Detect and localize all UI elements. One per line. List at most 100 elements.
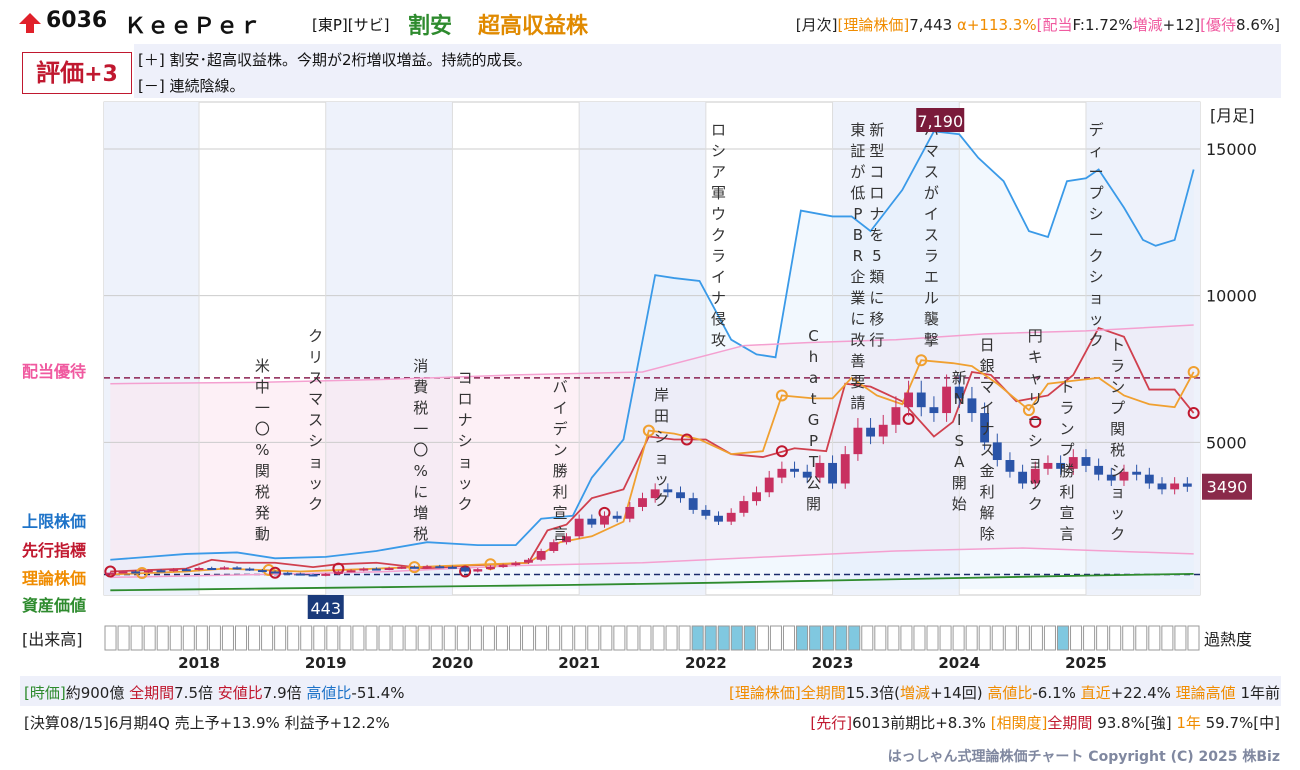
candle-body bbox=[587, 518, 597, 525]
volume-cell bbox=[782, 625, 796, 651]
candle-body bbox=[371, 568, 381, 571]
candle-body bbox=[118, 571, 128, 574]
period-label: [月足] bbox=[1210, 106, 1255, 125]
volume-cell bbox=[626, 625, 639, 651]
candle-body bbox=[169, 569, 179, 572]
candle-body bbox=[1094, 465, 1104, 475]
row2_right-part: [先行] bbox=[810, 714, 853, 732]
volume-cell bbox=[117, 625, 130, 651]
volume-cell bbox=[639, 625, 652, 651]
volume-cell bbox=[1056, 625, 1070, 651]
volume-cell bbox=[1187, 625, 1200, 651]
candle-body bbox=[904, 392, 914, 408]
candle-body bbox=[967, 398, 977, 414]
volume-cell bbox=[104, 625, 117, 651]
candle-body bbox=[878, 424, 888, 437]
volume-cell bbox=[809, 625, 822, 651]
volume-cell bbox=[1135, 625, 1148, 651]
row1_right-part: 高値比 bbox=[987, 684, 1033, 702]
stock-name: ＫｅｅＰｅｒ bbox=[124, 14, 263, 39]
candle-body bbox=[1043, 462, 1053, 469]
volume-cell bbox=[156, 625, 169, 651]
volume-cell bbox=[1070, 625, 1083, 651]
candle-body bbox=[524, 559, 533, 563]
candle-body bbox=[777, 468, 787, 478]
candle-body bbox=[714, 515, 723, 522]
volume-cell bbox=[508, 625, 522, 651]
candle-body bbox=[156, 570, 166, 573]
note-minus: [－] 連続陰線。 bbox=[138, 77, 245, 95]
volume-cell bbox=[796, 625, 809, 651]
row1_left-part: -51.4% bbox=[351, 684, 405, 702]
volume-cell bbox=[600, 625, 613, 651]
max-label: 7,190 bbox=[917, 112, 963, 131]
volume-cell bbox=[613, 625, 626, 651]
volume-cell bbox=[939, 625, 952, 651]
candle-body bbox=[486, 566, 495, 570]
row2_right-part: 93.8%[強] bbox=[1092, 714, 1177, 732]
candle-body bbox=[511, 562, 521, 566]
candle-body bbox=[828, 462, 837, 484]
stock-code: 6036 bbox=[46, 8, 108, 33]
copyright: はっしゃん式理論株価チャート Copyright (C) 2025 株Biz bbox=[887, 749, 1280, 765]
volume-cell bbox=[691, 625, 704, 651]
volume-cell bbox=[1017, 625, 1030, 651]
candle-body bbox=[435, 566, 445, 569]
candle-body bbox=[143, 570, 153, 573]
volume-cell bbox=[535, 625, 548, 651]
row1_left-part: [時価] bbox=[24, 684, 66, 702]
candle-body bbox=[752, 492, 761, 502]
volume-cell bbox=[274, 625, 287, 651]
x-year-label: 2018 bbox=[178, 654, 220, 672]
candle-body bbox=[422, 566, 432, 569]
row1_right-part: 増減 bbox=[900, 684, 931, 702]
footer-correlation: [先行]6013前期比+8.3% [相関度]全期間 93.8%[強] 1年 59… bbox=[810, 712, 1280, 733]
volume-cell bbox=[717, 625, 730, 651]
dividend-line-label: 配当優待 bbox=[22, 362, 86, 381]
candle-body bbox=[219, 567, 229, 570]
volume-cell bbox=[1030, 625, 1043, 651]
volume-cell bbox=[234, 625, 248, 651]
volume-cell bbox=[339, 625, 352, 651]
legend-item: 資産価値 bbox=[22, 596, 86, 615]
volume-cell bbox=[769, 625, 782, 651]
y-tick-label: 10000 bbox=[1206, 287, 1257, 306]
event-label: ディープシークショック bbox=[1089, 121, 1104, 349]
legend-item: 理論株価 bbox=[22, 569, 86, 588]
event-label: 円キャリーショック bbox=[1028, 327, 1043, 513]
volume-cell bbox=[1148, 625, 1161, 651]
candle-body bbox=[181, 569, 191, 572]
candle-body bbox=[625, 506, 635, 519]
candle-body bbox=[270, 571, 280, 574]
header-metrics: [月次][理論株価]7,443 α+113.3%[配当F:1.72%増減+12]… bbox=[795, 16, 1280, 34]
footer-market-cap: [時価]約900億 全期間7.5倍 安値比7.9倍 高値比-51.4% bbox=[24, 682, 405, 703]
volume-cell bbox=[456, 625, 469, 651]
volume-cell bbox=[130, 625, 143, 651]
candle-body bbox=[942, 386, 952, 414]
candle-body bbox=[131, 571, 141, 574]
legend-item: 先行指標 bbox=[22, 541, 86, 560]
row1_right-part: 理論高値 bbox=[1175, 684, 1236, 702]
volume-cell bbox=[1174, 625, 1187, 651]
volume-label: [出来高] bbox=[22, 630, 83, 649]
candle-body bbox=[384, 568, 394, 571]
candle-body bbox=[283, 572, 293, 575]
candle-body bbox=[359, 568, 369, 571]
volume-cell bbox=[169, 625, 182, 651]
volume-cell bbox=[913, 625, 926, 651]
candle-body bbox=[1081, 457, 1091, 466]
candle-body bbox=[207, 568, 217, 571]
volume-cell bbox=[352, 625, 365, 651]
volume-cell bbox=[378, 625, 391, 651]
volume-cell bbox=[835, 625, 848, 651]
volume-cell bbox=[991, 625, 1004, 651]
volume-cell bbox=[822, 625, 835, 651]
row1_left-part: 7.9倍 bbox=[262, 684, 307, 702]
market-tag: [東P][サビ] bbox=[312, 16, 390, 34]
volume-cell bbox=[965, 625, 978, 651]
volume-cell bbox=[417, 625, 430, 651]
volume-cell bbox=[704, 625, 717, 651]
volume-cell bbox=[574, 625, 587, 651]
x-year-label: 2020 bbox=[432, 654, 474, 672]
volume-cell bbox=[952, 625, 965, 651]
